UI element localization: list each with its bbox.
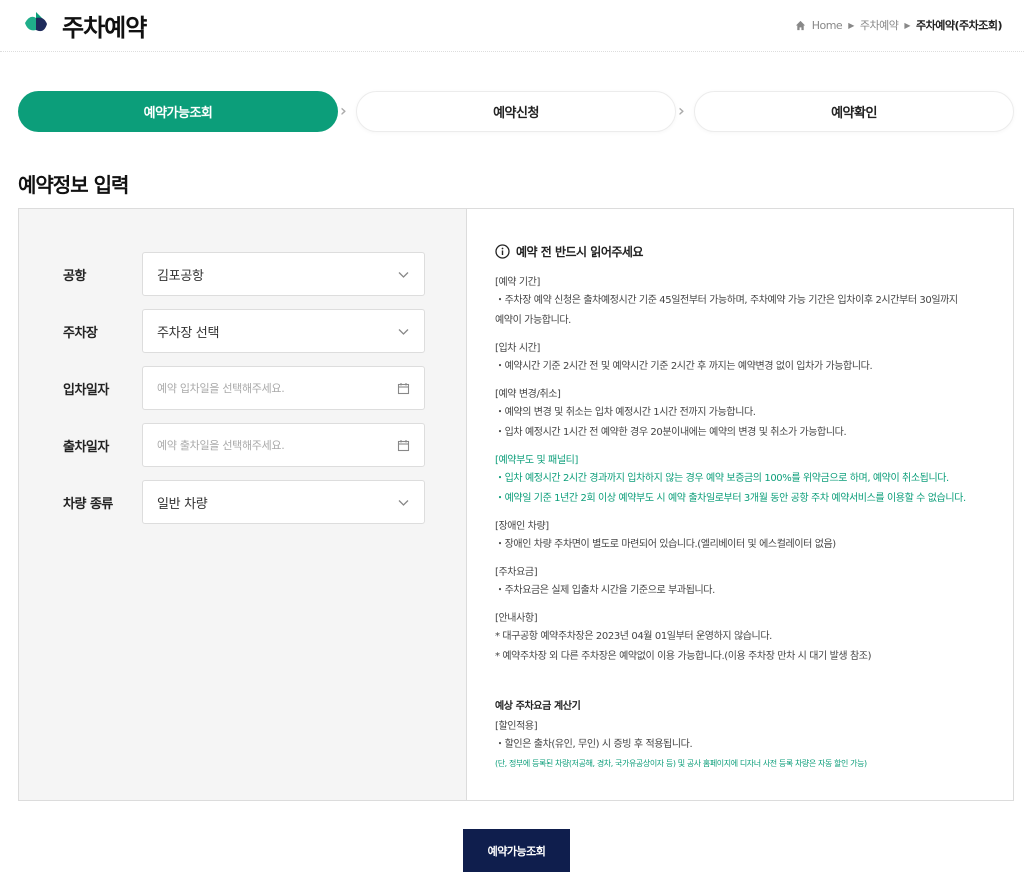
notice-block-entry: [입차 시간] ・예약시간 기준 2시간 전 및 예약시간 기준 2시간 후 까… <box>495 340 985 377</box>
notice-line: * 대구공항 예약주차장은 2023년 04월 01일부터 운영하지 않습니다. <box>495 631 772 642</box>
parking-value: 주차장 선택 <box>157 325 220 341</box>
entry-date-placeholder: 예약 입차일을 선택해주세요. <box>157 382 285 395</box>
breadcrumb-home[interactable]: Home <box>812 19 843 32</box>
exit-date-input[interactable]: 예약 출차일을 선택해주세요. <box>142 423 425 467</box>
notice-line: * 예약주차장 외 다른 주차장은 예약없이 이용 가능합니다.(이용 주차장 … <box>495 651 872 662</box>
notice-title-text: 예약 전 반드시 읽어주세요 <box>516 245 643 259</box>
notice-line: ・입차 예정시간 2시간 경과까지 입차하지 않는 경우 예약 보증금의 100… <box>495 473 949 484</box>
notice-block-head: [장애인 차량] <box>495 521 549 532</box>
chevron-down-icon <box>398 329 409 335</box>
breadcrumb-separator-icon: ▶ <box>904 20 910 30</box>
notice-block-fee: [주차요금] ・주차요금은 실제 입출차 시간을 기준으로 부과됩니다. <box>495 564 985 601</box>
reservation-panel: 공항 김포공항 주차장 주차장 선택 입차일자 예약 입차일을 선택해주세요. … <box>18 208 1014 801</box>
notice-block-change: [예약 변경/취소] ・예약의 변경 및 취소는 입차 예정시간 1시간 전까지… <box>495 386 985 443</box>
parking-label: 주차장 <box>63 326 98 341</box>
step-availability[interactable]: 예약가능조회 <box>18 91 338 132</box>
notice-block-penalty: [예약부도 및 패널티] ・입차 예정시간 2시간 경과까지 입차하지 않는 경… <box>495 452 985 509</box>
logo-icon <box>25 12 47 32</box>
notice-block-info: [안내사항] * 대구공항 예약주차장은 2023년 04월 01일부터 운영하… <box>495 610 985 667</box>
notice-block-head: [예약부도 및 패널티] <box>495 455 578 466</box>
fee-calculator-line: ・할인은 출차(유인, 무인) 시 증빙 후 적용됩니다. <box>495 739 693 750</box>
notice-line: ・예약의 변경 및 취소는 입차 예정시간 1시간 전까지 가능합니다. <box>495 407 756 418</box>
fee-calculator-title: 예상 주차요금 계산기 <box>495 701 581 712</box>
step-application[interactable]: 예약신청 <box>356 91 676 132</box>
section-title: 예약정보 입력 <box>18 173 129 197</box>
vehicle-label: 차량 종류 <box>63 497 113 512</box>
fee-calculator-head: [할인적용] <box>495 721 538 732</box>
notice-block-head: [입차 시간] <box>495 343 540 354</box>
calendar-icon[interactable] <box>397 382 410 395</box>
notice-panel: 예약 전 반드시 읽어주세요 [예약 기간] ・주차장 예약 신청은 출차예정시… <box>467 209 1013 800</box>
entry-date-row: 입차일자 예약 입차일을 선택해주세요. <box>19 366 467 410</box>
parking-row: 주차장 주차장 선택 <box>19 309 467 353</box>
exit-date-label: 출차일자 <box>63 440 109 455</box>
notice-block-period: [예약 기간] ・주차장 예약 신청은 출차예정시간 기준 45일전부터 가능하… <box>495 274 985 331</box>
exit-date-placeholder: 예약 출차일을 선택해주세요. <box>157 439 285 452</box>
airport-select[interactable]: 김포공항 <box>142 252 425 296</box>
notice-line: ・장애인 차량 주차면이 별도로 마련되어 있습니다.(엘리베이터 및 에스컬레… <box>495 539 836 550</box>
page-title: 주차예약 <box>62 14 147 42</box>
notice-block-head: [안내사항] <box>495 613 538 624</box>
notice-line: ・입차 예정시간 1시간 전 예약한 경우 20분이내에는 예약의 변경 및 취… <box>495 427 847 438</box>
entry-date-label: 입차일자 <box>63 383 109 398</box>
notice-line: ・예약시간 기준 2시간 전 및 예약시간 기준 2시간 후 까지는 예약변경 … <box>495 361 873 372</box>
notice-title: 예약 전 반드시 읽어주세요 <box>495 243 985 260</box>
step-confirmation[interactable]: 예약확인 <box>694 91 1014 132</box>
chevron-down-icon <box>398 272 409 278</box>
parking-select[interactable]: 주차장 선택 <box>142 309 425 353</box>
notice-line: 예약이 가능합니다. <box>495 315 571 326</box>
notice-block-head: [예약 기간] <box>495 277 540 288</box>
breadcrumb-current: 주차예약(주차조회) <box>915 19 1003 32</box>
check-availability-button[interactable]: 예약가능조회 <box>463 829 570 872</box>
breadcrumb-section[interactable]: 주차예약 <box>860 17 899 33</box>
notice-line: ・예약일 기준 1년간 2회 이상 예약부도 시 예약 출차일로부터 3개월 동… <box>495 493 966 504</box>
notice-line: ・주차요금은 실제 입출차 시간을 기준으로 부과됩니다. <box>495 585 715 596</box>
airport-row: 공항 김포공항 <box>19 252 467 296</box>
notice-line: ・주차장 예약 신청은 출차예정시간 기준 45일전부터 가능하며, 주차예약 … <box>495 295 958 306</box>
vehicle-select[interactable]: 일반 차량 <box>142 480 425 524</box>
calendar-icon[interactable] <box>397 439 410 452</box>
vehicle-value: 일반 차량 <box>157 496 208 512</box>
reservation-form: 공항 김포공항 주차장 주차장 선택 입차일자 예약 입차일을 선택해주세요. … <box>19 209 467 800</box>
step-arrow-icon: ›› <box>678 101 684 120</box>
chevron-down-icon <box>398 500 409 506</box>
notice-block-disabled: [장애인 차량] ・장애인 차량 주차면이 별도로 마련되어 있습니다.(엘리베… <box>495 518 985 555</box>
step-arrow-icon: ›› <box>340 101 346 120</box>
notice-block-head: [예약 변경/취소] <box>495 389 561 400</box>
notice-block-head: [주차요금] <box>495 567 538 578</box>
exit-date-row: 출차일자 예약 출차일을 선택해주세요. <box>19 423 467 467</box>
airport-label: 공항 <box>63 269 86 284</box>
info-icon <box>495 244 510 259</box>
vehicle-row: 차량 종류 일반 차량 <box>19 480 467 524</box>
fee-calculator-note: (단, 정부에 등록된 차량(저공해, 경차, 국가유공상이자 등) 및 공사 … <box>495 759 867 768</box>
entry-date-input[interactable]: 예약 입차일을 선택해주세요. <box>142 366 425 410</box>
airport-value: 김포공항 <box>157 268 204 284</box>
home-icon <box>795 20 805 30</box>
breadcrumb-separator-icon: ▶ <box>848 20 854 30</box>
breadcrumb: Home ▶ 주차예약 ▶ 주차예약(주차조회) <box>795 17 1003 33</box>
page-header: 주차예약 Home ▶ 주차예약 ▶ 주차예약(주차조회) <box>0 0 1024 52</box>
